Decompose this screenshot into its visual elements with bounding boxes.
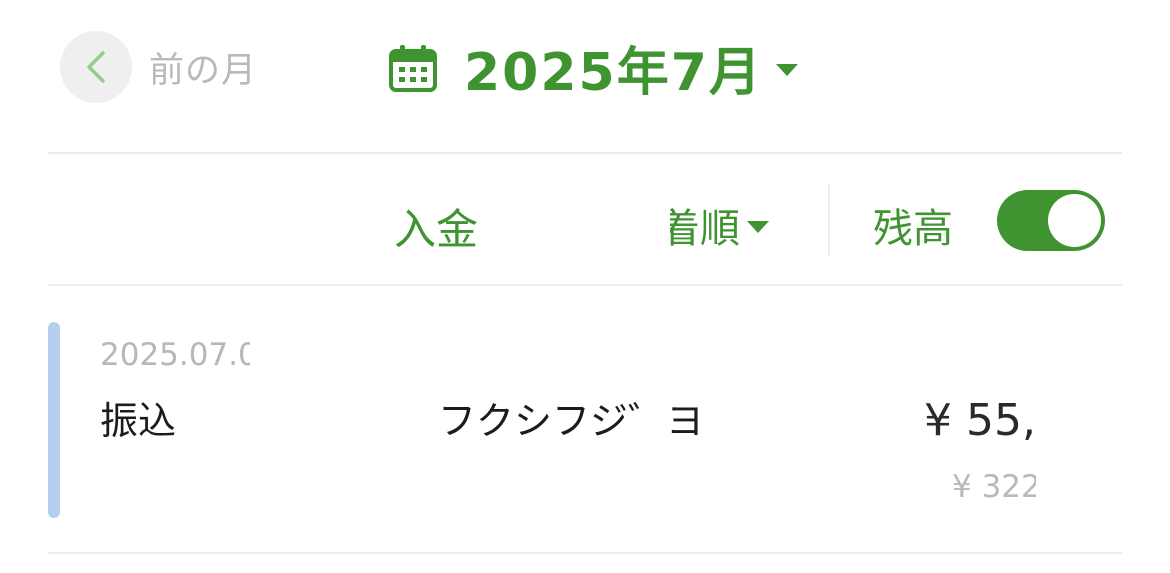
caret-down-icon <box>747 221 769 233</box>
transaction-type-filter[interactable]: 入金 <box>394 196 478 257</box>
previous-month-button[interactable]: 前の月 <box>60 31 257 103</box>
transaction-description: フクシフジ゛ヨ <box>438 399 705 443</box>
transaction-balance: ¥ 322 <box>952 469 1036 505</box>
balance-toggle-label: 残高 <box>873 206 953 252</box>
overlay-mask <box>500 192 670 292</box>
transaction-amount: ¥ 55, <box>924 395 1036 446</box>
chevron-left-icon <box>87 51 105 83</box>
caret-down-icon <box>775 63 798 76</box>
previous-month-label: 前の月 <box>149 50 258 91</box>
calendar-icon <box>389 44 437 92</box>
current-month-label: 2025年7月 <box>464 43 763 103</box>
month-selector[interactable]: 2025年7月 <box>388 30 799 105</box>
toggle-knob <box>1048 194 1101 247</box>
filter-separator <box>828 184 830 256</box>
back-chevron-circle[interactable] <box>60 31 132 103</box>
transaction-date: 2025.07.0 <box>100 337 250 373</box>
transaction-row[interactable]: 2025.07.0 振込 フクシフジ゛ヨ ¥ 55, ¥ 322 <box>48 322 1122 518</box>
header-divider <box>48 152 1122 154</box>
filter-divider <box>48 284 1122 286</box>
transaction-marker <box>48 322 60 518</box>
row-divider <box>48 552 1122 554</box>
account-history-screen: 前の月 2025年7月 入金 新着順 残高 2025.07.0 振込 フクシフジ… <box>0 0 1170 573</box>
balance-toggle[interactable] <box>997 190 1105 251</box>
transaction-type: 振込 <box>100 399 177 443</box>
